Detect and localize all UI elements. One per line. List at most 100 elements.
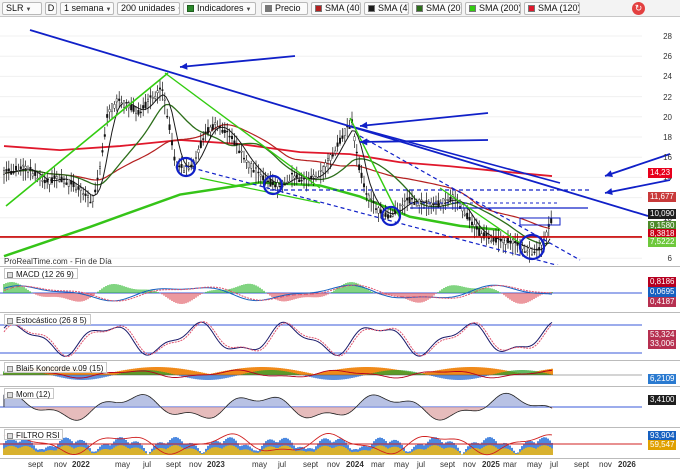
macd-chart[interactable] xyxy=(0,267,680,312)
time-axis-label: mar xyxy=(371,460,385,469)
candle-body xyxy=(250,163,253,169)
candle-body xyxy=(420,199,423,202)
legend-item[interactable]: Precio xyxy=(261,2,308,15)
candle-body xyxy=(53,175,56,179)
legend-item[interactable]: SMA (120) xyxy=(524,2,580,15)
koncorde-title-label: Blai5 Koncorde v.09 (15) xyxy=(16,364,104,373)
price-tag: 7,5222 xyxy=(648,237,677,247)
legend-label: SMA (20) xyxy=(426,3,462,13)
candle-body xyxy=(70,180,73,185)
indicator-value-tag: 0,4187 xyxy=(648,297,677,307)
candle-body xyxy=(511,239,514,244)
candle-body xyxy=(334,150,337,154)
rsi-filter-panel[interactable]: FILTRO RSI 93,904 59,547 xyxy=(0,427,680,458)
stochastic-panel[interactable]: Estocástico (26 8 5) 53,324 33,006 xyxy=(0,312,680,359)
legend-swatch xyxy=(469,5,476,12)
price-panel[interactable]: ProRealTime.com - Fin de Día 28 26 24 22 20 1… xyxy=(0,18,680,266)
legend-item[interactable]: SMA (4) xyxy=(364,2,409,15)
symbol-selector[interactable]: SLR ▼ xyxy=(2,2,42,15)
rsi-filter-title-label: FILTRO RSI xyxy=(16,431,60,440)
legend-item[interactable]: SMA (40) xyxy=(311,2,361,15)
candle-body xyxy=(142,105,145,109)
koncorde-title[interactable]: Blai5 Koncorde v.09 (15) xyxy=(4,362,108,373)
time-axis-label: 2023 xyxy=(207,460,225,469)
candle-body xyxy=(218,126,221,128)
indicator-value-tag: 33,006 xyxy=(648,339,677,349)
candle-body xyxy=(228,135,231,138)
indicator-value-tag: 6,2109 xyxy=(648,374,677,384)
time-axis-label: jul xyxy=(417,460,426,469)
price-axis-tick: 24 xyxy=(663,72,672,82)
indicators-button[interactable]: Indicadores ▼ xyxy=(183,2,256,15)
candle-body xyxy=(194,157,197,159)
chart-type-button[interactable]: D xyxy=(45,2,57,15)
chevron-down-icon: ▼ xyxy=(105,7,112,13)
time-axis-label: mar xyxy=(503,460,517,469)
indicator-icon xyxy=(7,392,13,398)
rsi-filter-title[interactable]: FILTRO RSI xyxy=(4,429,64,440)
candle-body xyxy=(22,164,25,167)
macd-panel[interactable]: MACD (12 26 9) 0,8186 0,0695 0,4187 xyxy=(0,266,680,311)
units-selector[interactable]: 200 unidades▼ xyxy=(117,2,180,15)
koncorde-panel[interactable]: Blai5 Koncorde v.09 (15) 6,2109 xyxy=(0,360,680,385)
annotation-arrow xyxy=(359,112,489,127)
legend-item[interactable]: SMA (20) xyxy=(412,2,462,15)
stochastic-chart[interactable] xyxy=(0,313,680,360)
time-axis-label: 2024 xyxy=(346,460,364,469)
time-axis-label: 2026 xyxy=(618,460,636,469)
momentum-chart[interactable] xyxy=(0,387,680,427)
candle-body xyxy=(115,98,118,103)
candle-body xyxy=(156,90,159,94)
indicator-icon xyxy=(7,272,13,278)
candle-body xyxy=(221,129,224,133)
indicator-value-tag: 59,547 xyxy=(648,440,677,450)
timeframe-selector[interactable]: 1 semana ▼ xyxy=(60,2,114,15)
rsi-filter-chart[interactable] xyxy=(0,428,680,459)
candle-body xyxy=(226,130,229,133)
legend-item[interactable]: SMA (200) xyxy=(465,2,521,15)
candle-body xyxy=(312,174,315,178)
candle-body xyxy=(230,135,233,140)
candle-body xyxy=(391,214,394,217)
candle-body xyxy=(504,237,507,245)
candle-body xyxy=(31,173,34,177)
time-axis-label: nov xyxy=(327,460,340,469)
price-chart[interactable] xyxy=(0,18,680,265)
candle-body xyxy=(55,176,58,179)
candle-body xyxy=(65,182,68,185)
annotation-arrow xyxy=(359,139,489,143)
time-axis[interactable]: sept nov 2022 may jul sept nov 2023 may jul sept no… xyxy=(0,458,680,470)
indicator-icon xyxy=(7,433,13,439)
time-axis-label: nov xyxy=(189,460,202,469)
time-axis-label: sept xyxy=(574,460,590,469)
candle-body xyxy=(315,176,318,179)
time-axis-label: 2022 xyxy=(72,460,90,469)
candle-body xyxy=(336,142,339,147)
legend-label: SMA (4) xyxy=(378,3,409,13)
candle-body xyxy=(403,200,406,202)
candle-body xyxy=(161,89,164,91)
refresh-icon[interactable]: ↻ xyxy=(632,2,645,15)
candle-body xyxy=(425,200,428,202)
green-trendline xyxy=(164,72,321,189)
candle-body xyxy=(437,200,440,208)
candle-body xyxy=(439,203,442,207)
sma-20-line xyxy=(3,103,551,245)
candle-body xyxy=(118,98,121,101)
candle-body xyxy=(106,114,109,118)
time-axis-label: nov xyxy=(54,460,67,469)
candle-body xyxy=(324,162,327,168)
candle-body xyxy=(358,164,361,171)
candle-body xyxy=(96,177,99,180)
price-axis-tick: 18 xyxy=(663,133,672,142)
momentum-panel[interactable]: Mom (12) 3,4100 xyxy=(0,386,680,426)
stochastic-title[interactable]: Estocástico (26 8 5) xyxy=(4,314,91,325)
candle-body xyxy=(58,179,61,182)
candle-body xyxy=(130,104,133,111)
price-axis-tick: 16 xyxy=(663,153,672,163)
macd-title[interactable]: MACD (12 26 9) xyxy=(4,268,78,279)
arrow-head xyxy=(605,188,613,195)
momentum-title[interactable]: Mom (12) xyxy=(4,388,55,399)
trendline xyxy=(349,125,561,184)
candle-body xyxy=(67,178,70,187)
